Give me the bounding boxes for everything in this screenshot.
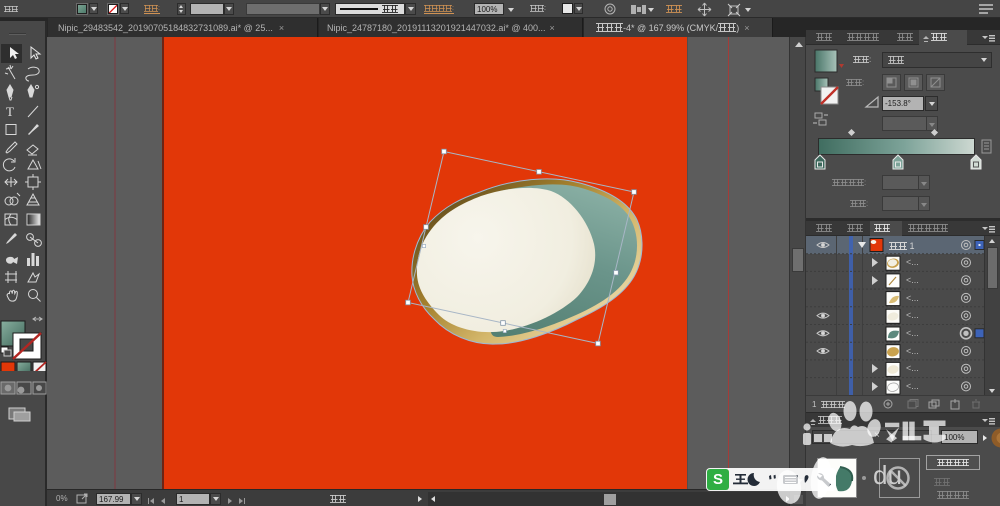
svg-text:T: T <box>6 104 14 119</box>
svg-text:×: × <box>874 430 880 441</box>
